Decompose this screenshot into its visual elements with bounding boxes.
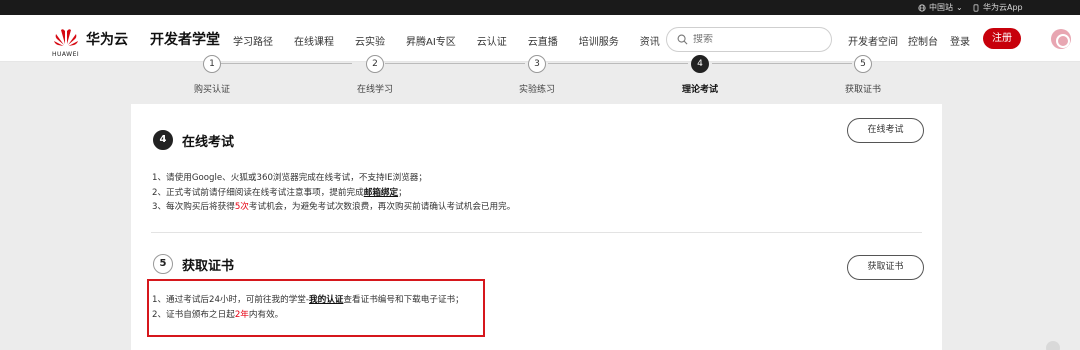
nav-certification[interactable]: 云认证	[477, 33, 507, 48]
region-label: 中国站	[929, 3, 953, 12]
email-binding-link[interactable]: 邮箱绑定	[364, 188, 398, 198]
step-connector	[712, 63, 852, 64]
step-label: 理论考试	[681, 85, 718, 95]
login-link[interactable]: 登录	[950, 33, 970, 48]
exam-line-2-end: ；	[398, 187, 407, 198]
annotation-highlight-box	[147, 279, 485, 337]
step-number: 5	[854, 55, 872, 73]
search-input[interactable]	[693, 34, 813, 45]
exam-line-1: 1、请使用Google、火狐或360浏览器完成在线考试，不支持IE浏览器；	[152, 173, 427, 183]
step-number: 4	[691, 55, 709, 73]
chevron-down-icon: ⌄	[956, 3, 963, 12]
nav-live[interactable]: 云直播	[528, 33, 558, 48]
progress-steps: 1 购买认证 2 在线学习 3 实验练习 4 理论考试 5 获取证书	[0, 55, 1080, 104]
avatar[interactable]	[1051, 29, 1071, 49]
register-button[interactable]: 注册	[983, 28, 1021, 49]
search-box[interactable]	[666, 27, 832, 52]
step-label: 实验练习	[518, 85, 555, 95]
step-connector	[385, 63, 525, 64]
nav-online-courses[interactable]: 在线课程	[294, 33, 334, 48]
step-number: 3	[528, 55, 546, 73]
exam-attempts-count: 5次	[234, 202, 249, 212]
developer-space-link[interactable]: 开发者空间	[848, 33, 898, 48]
nav-ascend-ai[interactable]: 昇腾AI专区	[406, 33, 456, 48]
search-icon	[677, 34, 688, 45]
huawei-logo-icon[interactable]	[52, 24, 80, 52]
step-number: 1	[203, 55, 221, 73]
exam-line-2-text: 2、正式考试前请仔细阅读在线考试注意事项，提前完成	[152, 187, 364, 198]
globe-icon	[918, 3, 926, 12]
exam-line-3-end: 考试机会，为避免考试次数浪费，再次购买前请确认考试机会已用完。	[248, 202, 516, 212]
nav-news[interactable]: 资讯	[640, 33, 660, 48]
nav-cloud-lab[interactable]: 云实验	[355, 33, 385, 48]
region-selector[interactable]: 中国站 ⌄	[918, 2, 963, 13]
exam-instructions: 1、请使用Google、火狐或360浏览器完成在线考试，不支持IE浏览器； 2、…	[152, 171, 515, 215]
console-link[interactable]: 控制台	[908, 33, 938, 48]
app-label: 华为云App	[983, 3, 1023, 12]
exam-section-number: 4	[153, 130, 173, 150]
brand-name[interactable]: 华为云	[86, 29, 128, 49]
section-title[interactable]: 开发者学堂	[150, 29, 220, 49]
scroll-indicator[interactable]	[1046, 341, 1060, 350]
exam-line-3: 3、每次购买后将获得5次考试机会，为避免考试次数浪费，再次购买前请确认考试机会已…	[152, 200, 515, 215]
top-strip: 中国站 ⌄ 华为云App	[0, 0, 1080, 15]
step-label: 获取证书	[844, 85, 881, 95]
exam-line-2: 2、正式考试前请仔细阅读在线考试注意事项，提前完成邮箱绑定；	[152, 186, 515, 201]
get-certificate-button[interactable]: 获取证书	[847, 255, 924, 280]
phone-icon	[973, 3, 979, 12]
nav-training[interactable]: 培训服务	[579, 33, 619, 48]
section-divider	[151, 232, 922, 233]
cert-section-title: 获取证书	[182, 259, 235, 274]
step-connector	[221, 63, 352, 64]
main-nav: 学习路径 在线课程 云实验 昇腾AI专区 云认证 云直播 培训服务 资讯	[233, 33, 681, 48]
step-connector	[548, 63, 688, 64]
step-label: 购买认证	[193, 85, 230, 95]
step-number: 2	[366, 55, 384, 73]
exam-section-title: 在线考试	[182, 135, 235, 150]
app-link[interactable]: 华为云App	[972, 2, 1023, 13]
exam-line-3-text: 3、每次购买后将获得	[152, 202, 235, 212]
online-exam-button[interactable]: 在线考试	[847, 118, 924, 143]
logo-wordmark: HUAWEI	[52, 51, 80, 58]
cert-section-number: 5	[153, 254, 173, 274]
nav-learning-path[interactable]: 学习路径	[233, 33, 273, 48]
step-label: 在线学习	[356, 85, 393, 95]
